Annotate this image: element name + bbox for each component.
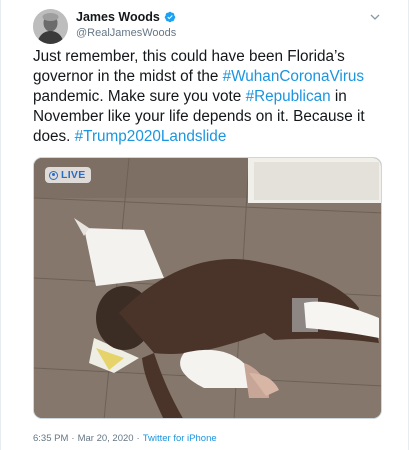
live-badge: LIVE (45, 167, 91, 183)
verified-badge-icon (164, 11, 176, 23)
tweet-source-link[interactable]: Twitter for iPhone (143, 433, 217, 444)
tweet-metadata: 6:35 PM · Mar 20, 2020 · Twitter for iPh… (33, 433, 217, 444)
hashtag-link[interactable]: #WuhanCoronaVirus (223, 68, 364, 85)
live-icon (49, 170, 58, 180)
tweet: James Woods @RealJamesWoods Just remembe… (20, 0, 388, 450)
author-display-name[interactable]: James Woods (76, 10, 160, 24)
tweet-time[interactable]: 6:35 PM (33, 433, 68, 444)
hashtag-link[interactable]: #Republican (246, 88, 331, 105)
chevron-down-icon[interactable] (370, 13, 380, 21)
meta-separator: · (136, 433, 140, 444)
hashtag-link[interactable]: #Trump2020Landslide (75, 128, 227, 145)
tweet-date[interactable]: Mar 20, 2020 (78, 433, 134, 444)
avatar-image (33, 9, 68, 44)
live-label: LIVE (61, 169, 86, 181)
author-name-row[interactable]: James Woods (76, 10, 176, 24)
author-handle[interactable]: @RealJamesWoods (76, 27, 176, 39)
tweet-media[interactable]: LIVE (33, 157, 382, 419)
avatar[interactable] (33, 9, 68, 44)
tweet-text: Just remember, this could have been Flor… (33, 47, 388, 147)
meta-separator: · (71, 433, 75, 444)
media-photo (34, 158, 381, 418)
tweet-text-segment: pandemic. Make sure you vote (33, 88, 246, 105)
